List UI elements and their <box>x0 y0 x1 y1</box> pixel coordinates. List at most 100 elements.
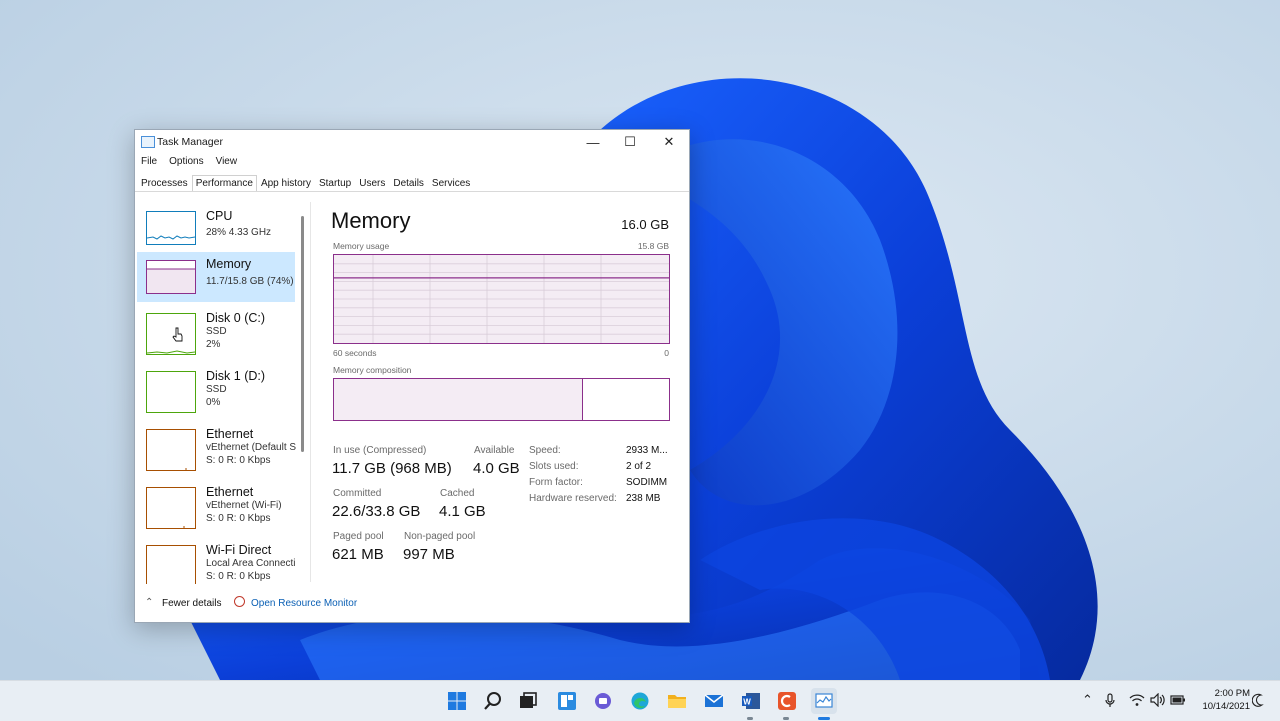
slots-used-value: 2 of 2 <box>626 461 652 472</box>
cpu-thumbnail-graph <box>146 211 196 245</box>
resource-detail: vEthernet (Default S... <box>206 442 296 453</box>
tab-divider <box>135 191 689 192</box>
resource-detail: vEthernet (Wi-Fi) <box>206 500 282 511</box>
committed-value: 22.6/33.8 GB <box>332 503 421 520</box>
menu-view[interactable]: View <box>210 155 244 171</box>
resource-name: Disk 0 (C:) <box>206 311 266 325</box>
search-icon[interactable] <box>481 689 505 713</box>
close-button[interactable]: ✕ <box>649 130 689 154</box>
taskbar: W ⌃ 2:00 PM 10/14/2021 <box>0 680 1280 721</box>
tab-details[interactable]: Details <box>389 175 428 192</box>
in-use-value: 11.7 GB (968 MB) <box>332 460 452 477</box>
memory-composition-label: Memory composition <box>333 365 412 375</box>
non-paged-pool-label: Non-paged pool <box>404 531 476 542</box>
form-factor-label: Form factor: <box>529 477 583 488</box>
volume-icon[interactable] <box>1150 693 1166 707</box>
resource-detail: SSD <box>206 326 227 337</box>
memory-usage-max: 15.8 GB <box>637 241 669 251</box>
available-value: 4.0 GB <box>473 460 520 477</box>
resource-item-disk0[interactable]: Disk 0 (C:) SSD 2% <box>137 306 295 362</box>
hand-cursor-icon <box>172 327 183 342</box>
resource-item-cpu[interactable]: CPU 28% 4.33 GHz <box>137 204 295 254</box>
task-manager-app-icon <box>141 136 155 148</box>
maximize-button[interactable]: ☐ <box>610 130 650 154</box>
resource-name: Wi-Fi Direct <box>206 543 272 557</box>
resource-list: CPU 28% 4.33 GHz Memory 11.7/15.8 GB (74… <box>137 202 299 584</box>
resource-item-wifi-direct[interactable]: Wi-Fi Direct Local Area Connecti... S: 0… <box>137 538 296 584</box>
task-manager-window: Task Manager — ☐ ✕ File Options View Pro… <box>134 129 690 623</box>
resource-detail: Local Area Connecti... <box>206 558 296 569</box>
resource-item-ethernet-default[interactable]: Ethernet vEthernet (Default S... S: 0 R:… <box>137 422 296 478</box>
tab-startup[interactable]: Startup <box>315 175 355 192</box>
speed-label: Speed: <box>529 445 561 456</box>
hardware-reserved-value: 238 MB <box>626 493 661 504</box>
resource-detail: 11.7/15.8 GB (74%) <box>206 276 294 287</box>
paged-pool-label: Paged pool <box>333 531 384 542</box>
mail-icon[interactable] <box>702 689 726 713</box>
resource-usage: 0% <box>206 397 221 408</box>
system-clock[interactable]: 2:00 PM 10/14/2021 <box>1190 687 1250 713</box>
disk0-thumbnail-graph <box>146 313 196 355</box>
memory-thumbnail-graph <box>146 260 196 294</box>
memory-usage-graph <box>333 254 670 344</box>
menu-options[interactable]: Options <box>163 155 209 171</box>
sidebar-scrollbar[interactable] <box>301 216 304 452</box>
form-factor-value: SODIMM <box>626 477 668 488</box>
resource-usage: 2% <box>206 339 221 350</box>
title-bar[interactable]: Task Manager — ☐ ✕ <box>135 130 689 154</box>
disk1-thumbnail-graph <box>146 371 196 413</box>
menu-file[interactable]: File <box>135 155 163 171</box>
hardware-reserved-label: Hardware reserved: <box>529 493 617 504</box>
tab-users[interactable]: Users <box>355 175 389 192</box>
wifi-direct-thumbnail-graph <box>146 545 196 584</box>
ethernet-thumbnail-graph <box>146 429 196 471</box>
non-paged-pool-value: 997 MB <box>403 546 455 563</box>
microphone-icon[interactable] <box>1104 693 1116 709</box>
word-icon[interactable]: W <box>739 689 763 713</box>
graph-axis-start: 60 seconds <box>333 348 377 358</box>
wifi-icon[interactable] <box>1129 693 1145 707</box>
resource-name: Ethernet <box>206 427 254 441</box>
task-view-icon[interactable] <box>516 689 540 713</box>
speed-value: 2933 M... <box>626 445 668 456</box>
resource-detail: SSD <box>206 384 227 395</box>
ethernet-thumbnail-graph <box>146 487 196 529</box>
memory-usage-label: Memory usage <box>333 241 390 251</box>
resource-name: CPU <box>206 209 233 223</box>
resource-item-disk1[interactable]: Disk 1 (D:) SSD 0% <box>137 364 295 420</box>
fewer-details-link[interactable]: Fewer details <box>162 598 221 609</box>
resource-name: Disk 1 (D:) <box>206 369 266 383</box>
tab-processes[interactable]: Processes <box>137 175 192 192</box>
tab-performance[interactable]: Performance <box>191 175 257 192</box>
chevron-up-icon[interactable]: ⌃ <box>145 597 153 608</box>
resource-name: Ethernet <box>206 485 254 499</box>
tab-services[interactable]: Services <box>428 175 474 192</box>
clock-time: 2:00 PM <box>1214 688 1250 699</box>
clock-date: 10/14/2021 <box>1202 701 1250 712</box>
edge-icon[interactable] <box>628 689 652 713</box>
chevron-up-icon[interactable]: ⌃ <box>1082 692 1093 708</box>
focus-assist-icon[interactable] <box>1252 693 1264 707</box>
battery-icon[interactable] <box>1170 694 1186 706</box>
minimize-button[interactable]: — <box>573 130 613 154</box>
resource-monitor-icon <box>234 596 245 607</box>
panel-divider <box>310 202 311 582</box>
tab-app-history[interactable]: App history <box>257 175 315 192</box>
cached-label: Cached <box>440 488 475 499</box>
resource-usage: S: 0 R: 0 Kbps <box>206 455 271 466</box>
resource-detail: 28% 4.33 GHz <box>206 227 272 238</box>
teams-chat-icon[interactable] <box>591 689 615 713</box>
camtasia-icon[interactable] <box>775 689 799 713</box>
resource-item-memory[interactable]: Memory 11.7/15.8 GB (74%) <box>137 252 295 302</box>
windows-start-icon[interactable] <box>445 689 469 713</box>
cached-value: 4.1 GB <box>439 503 486 520</box>
paged-pool-value: 621 MB <box>332 546 384 563</box>
open-resource-monitor-link[interactable]: Open Resource Monitor <box>251 598 357 609</box>
task-manager-icon[interactable] <box>811 688 837 714</box>
file-explorer-icon[interactable] <box>665 689 689 713</box>
widgets-icon[interactable] <box>555 689 579 713</box>
resource-item-ethernet-wifi[interactable]: Ethernet vEthernet (Wi-Fi) S: 0 R: 0 Kbp… <box>137 480 295 536</box>
graph-axis-end: 0 <box>664 348 669 358</box>
menu-bar: File Options View <box>135 155 243 171</box>
memory-composition-bar <box>333 378 670 421</box>
